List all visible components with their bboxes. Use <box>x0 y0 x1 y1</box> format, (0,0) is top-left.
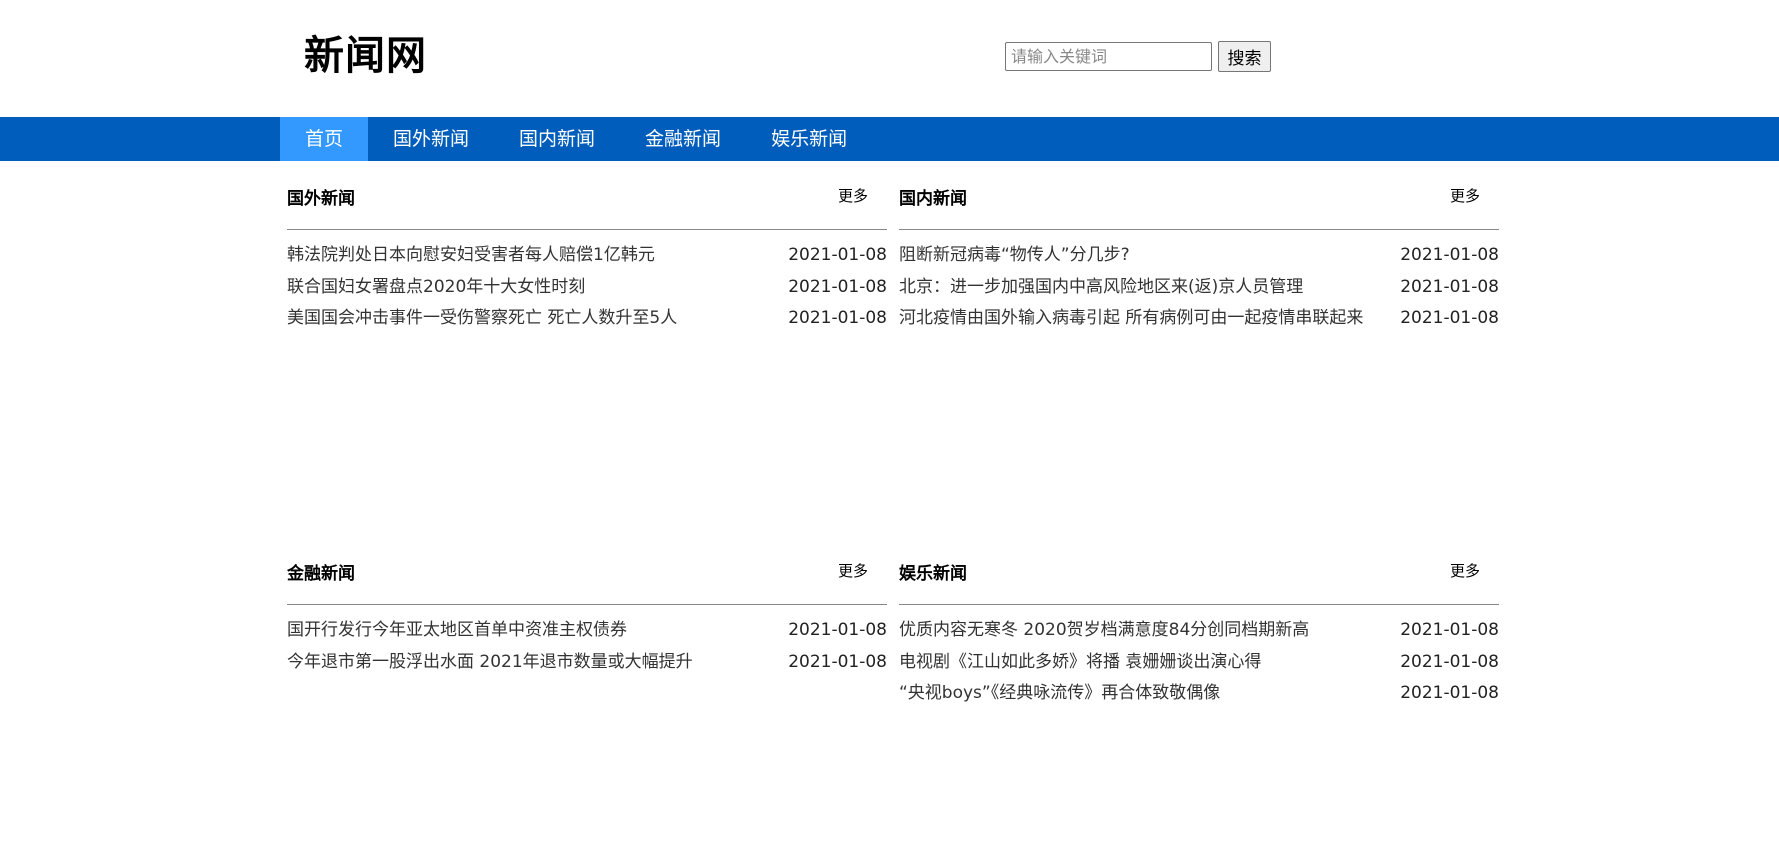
section-header: 国外新闻 更多 <box>287 175 887 230</box>
news-item: 优质内容无寒冬 2020贺岁档满意度84分创同档期新高 2021-01-08 <box>899 615 1499 647</box>
news-list: 优质内容无寒冬 2020贺岁档满意度84分创同档期新高 2021-01-08 电… <box>899 605 1499 710</box>
news-item: 北京：进一步加强国内中高风险地区来(返)京人员管理 2021-01-08 <box>899 272 1499 304</box>
news-list: 国开行发行今年亚太地区首单中资准主权债券 2021-01-08 今年退市第一股浮… <box>287 605 887 678</box>
nav-item-home[interactable]: 首页 <box>280 117 369 161</box>
news-date: 2021-01-08 <box>1400 651 1499 672</box>
news-date: 2021-01-08 <box>1400 245 1499 265</box>
finance-news-section: 金融新闻 更多 国开行发行今年亚太地区首单中资准主权债券 2021-01-08 … <box>287 550 887 678</box>
news-date: 2021-01-08 <box>1400 276 1499 297</box>
news-item: 美国国会冲击事件一受伤警察死亡 死亡人数升至5人 2021-01-08 <box>287 303 887 335</box>
section-title: 金融新闻 <box>287 564 355 584</box>
news-date: 2021-01-08 <box>788 245 887 265</box>
news-item: 河北疫情由国外输入病毒引起 所有病例可由一起疫情串联起来 2021-01-08 <box>899 303 1499 335</box>
news-date: 2021-01-08 <box>788 620 887 640</box>
site-title: 新闻网 <box>304 33 427 79</box>
news-title-link[interactable]: 河北疫情由国外输入病毒引起 所有病例可由一起疫情串联起来 <box>899 303 1399 335</box>
news-title-link[interactable]: 今年退市第一股浮出水面 2021年退市数量或大幅提升 <box>287 647 787 679</box>
section-title: 娱乐新闻 <box>899 564 967 584</box>
news-item: 联合国妇女署盘点2020年十大女性时刻 2021-01-08 <box>287 272 887 304</box>
news-item: 电视剧《江山如此多娇》将播 袁姗姗谈出演心得 2021-01-08 <box>899 647 1499 679</box>
search-bar: 搜索 <box>1005 41 1271 72</box>
news-date: 2021-01-08 <box>1400 683 1499 703</box>
news-date: 2021-01-08 <box>1400 308 1499 328</box>
news-item: 阻断新冠病毒“物传人”分几步? 2021-01-08 <box>899 240 1499 272</box>
news-list: 阻断新冠病毒“物传人”分几步? 2021-01-08 北京：进一步加强国内中高风… <box>899 230 1499 335</box>
nav-item-foreign-news[interactable]: 国外新闻 <box>368 117 494 161</box>
section-header: 娱乐新闻 更多 <box>899 550 1499 605</box>
news-list: 韩法院判处日本向慰安妇受害者每人赔偿1亿韩元 2021-01-08 联合国妇女署… <box>287 230 887 335</box>
entertainment-news-section: 娱乐新闻 更多 优质内容无寒冬 2020贺岁档满意度84分创同档期新高 2021… <box>899 550 1499 710</box>
news-item: 国开行发行今年亚太地区首单中资准主权债券 2021-01-08 <box>287 615 887 647</box>
search-input[interactable] <box>1005 42 1212 71</box>
domestic-news-section: 国内新闻 更多 阻断新冠病毒“物传人”分几步? 2021-01-08 北京：进一… <box>899 175 1499 335</box>
nav-item-entertainment-news[interactable]: 娱乐新闻 <box>746 117 872 161</box>
section-header: 国内新闻 更多 <box>899 175 1499 230</box>
news-title-link[interactable]: 韩法院判处日本向慰安妇受害者每人赔偿1亿韩元 <box>287 240 787 272</box>
news-date: 2021-01-08 <box>788 276 887 297</box>
news-item: 今年退市第一股浮出水面 2021年退市数量或大幅提升 2021-01-08 <box>287 647 887 679</box>
section-title: 国内新闻 <box>899 189 967 209</box>
more-link[interactable]: 更多 <box>838 560 868 581</box>
more-link[interactable]: 更多 <box>1450 185 1480 206</box>
main-navbar: 首页 国外新闻 国内新闻 金融新闻 娱乐新闻 <box>0 117 1779 161</box>
section-header: 金融新闻 更多 <box>287 550 887 605</box>
news-title-link[interactable]: 北京：进一步加强国内中高风险地区来(返)京人员管理 <box>899 272 1399 304</box>
news-date: 2021-01-08 <box>788 651 887 672</box>
nav-list: 首页 国外新闻 国内新闻 金融新闻 娱乐新闻 <box>280 117 872 161</box>
news-date: 2021-01-08 <box>1400 620 1499 640</box>
news-title-link[interactable]: 国开行发行今年亚太地区首单中资准主权债券 <box>287 615 787 647</box>
news-title-link[interactable]: 美国国会冲击事件一受伤警察死亡 死亡人数升至5人 <box>287 303 787 335</box>
nav-item-domestic-news[interactable]: 国内新闻 <box>494 117 620 161</box>
news-date: 2021-01-08 <box>788 308 887 328</box>
site-header: 新闻网 搜索 <box>0 0 1779 117</box>
section-title: 国外新闻 <box>287 189 355 209</box>
news-title-link[interactable]: 阻断新冠病毒“物传人”分几步? <box>899 240 1399 272</box>
news-item: “央视boys”《经典咏流传》再合体致敬偶像 2021-01-08 <box>899 678 1499 710</box>
news-title-link[interactable]: 联合国妇女署盘点2020年十大女性时刻 <box>287 272 787 304</box>
news-title-link[interactable]: “央视boys”《经典咏流传》再合体致敬偶像 <box>899 678 1399 710</box>
more-link[interactable]: 更多 <box>1450 560 1480 581</box>
more-link[interactable]: 更多 <box>838 185 868 206</box>
news-item: 韩法院判处日本向慰安妇受害者每人赔偿1亿韩元 2021-01-08 <box>287 240 887 272</box>
search-button[interactable]: 搜索 <box>1218 41 1271 72</box>
news-title-link[interactable]: 电视剧《江山如此多娇》将播 袁姗姗谈出演心得 <box>899 647 1399 679</box>
news-title-link[interactable]: 优质内容无寒冬 2020贺岁档满意度84分创同档期新高 <box>899 615 1399 647</box>
foreign-news-section: 国外新闻 更多 韩法院判处日本向慰安妇受害者每人赔偿1亿韩元 2021-01-0… <box>287 175 887 335</box>
nav-item-finance-news[interactable]: 金融新闻 <box>620 117 746 161</box>
